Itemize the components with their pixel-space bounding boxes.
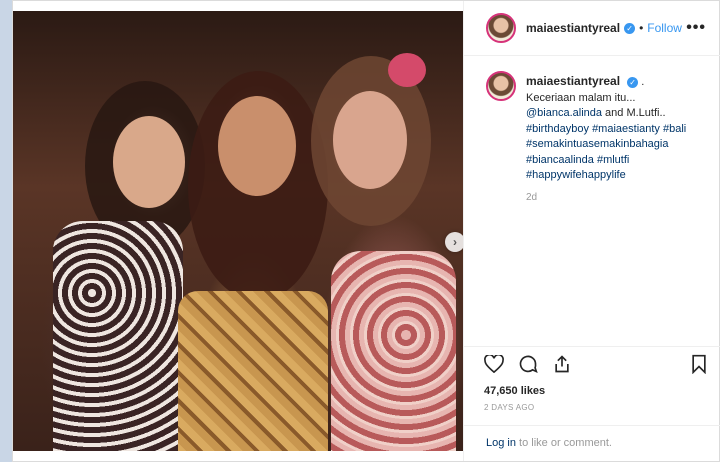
comment-icon[interactable] [518, 354, 538, 379]
hashtag-link[interactable]: #mlutfi [597, 154, 629, 166]
heart-icon[interactable] [484, 353, 504, 378]
photo-figure-right-dress [331, 251, 456, 451]
photo-figure-left-dress [53, 221, 183, 451]
header-username[interactable]: maiaestiantyreal [526, 21, 620, 35]
verified-check-icon: ✓ [627, 77, 639, 89]
post-sidebar: maiaestiantyreal ✓ • Follow ••• maiaesti… [463, 1, 720, 461]
likes-count[interactable]: 47,650 likes [484, 385, 707, 397]
share-icon[interactable] [552, 354, 572, 379]
caption-first-line: . [641, 76, 645, 88]
caption-line: Keceriaan malam itu... [526, 91, 636, 104]
post-header: maiaestiantyreal ✓ • Follow ••• [464, 1, 720, 56]
hashtag-link[interactable]: #happywifehappylife [526, 169, 626, 181]
hashtag-link[interactable]: #biancaalinda [526, 154, 594, 166]
bookmark-icon[interactable] [691, 354, 707, 379]
mention-link[interactable]: @bianca.alinda [526, 107, 602, 119]
caption-mention-rest: and M.Lutfi.. [602, 107, 666, 119]
hashtag-link[interactable]: #birthdayboy [526, 123, 589, 135]
hashtag-row: #semakintuasemakinbahagia [526, 137, 686, 153]
carousel-next-button[interactable]: › [445, 232, 463, 252]
login-prompt-text: to like or comment. [515, 437, 612, 449]
follow-button[interactable]: Follow [647, 21, 682, 35]
chevron-right-icon: › [453, 235, 457, 249]
hashtag-link[interactable]: #bali [663, 123, 686, 135]
hashtag-row: #biancaalinda #mlutfi [526, 153, 686, 169]
instagram-post: › maiaestiantyreal ✓ • Follow ••• maiaes… [12, 0, 720, 462]
action-bar: 47,650 likes 2 DAYS AGO [464, 346, 720, 412]
caption: maiaestiantyreal ✓ . Keceriaan malam itu… [486, 71, 711, 203]
caption-username[interactable]: maiaestiantyreal [526, 74, 620, 88]
caption-timestamp[interactable]: 2d [526, 192, 711, 203]
verified-check-icon: ✓ [624, 22, 636, 34]
more-options-icon[interactable]: ••• [686, 19, 706, 37]
caption-avatar[interactable] [486, 71, 516, 101]
hashtag-link[interactable]: #semakintuasemakinbahagia [526, 138, 668, 150]
photo-figure-right-face [333, 91, 407, 189]
hashtag-link[interactable]: #maiaestianty [592, 123, 660, 135]
post-photo[interactable]: › [13, 11, 463, 451]
hashtag-row: #birthdayboy #maiaestianty #bali [526, 122, 686, 138]
post-date: 2 DAYS AGO [484, 403, 535, 412]
login-prompt: Log in to like or comment. [464, 425, 720, 449]
photo-figure-center-face [218, 96, 296, 196]
separator: • [639, 21, 644, 35]
photo-figure-center-dress [178, 291, 328, 451]
login-link[interactable]: Log in [486, 437, 516, 449]
caption-text: maiaestiantyreal ✓ . Keceriaan malam itu… [526, 74, 686, 184]
hashtag-row: #happywifehappylife [526, 168, 686, 184]
photo-figure-left-face [113, 116, 185, 208]
photo-hair-flower [388, 53, 426, 87]
avatar[interactable] [486, 13, 516, 43]
